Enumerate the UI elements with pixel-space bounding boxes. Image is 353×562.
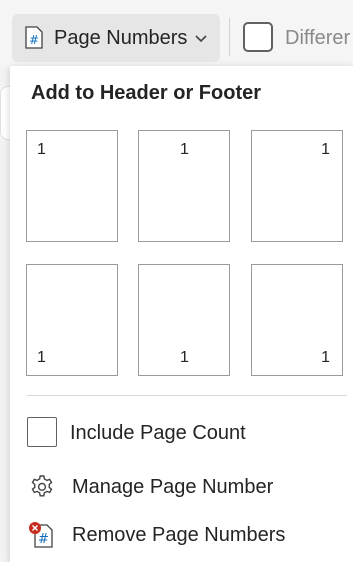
ribbon: # Page Numbers Differer: [0, 0, 353, 66]
menu-divider: [27, 395, 347, 396]
page-numbers-label: Page Numbers: [54, 26, 188, 49]
thumbnail-bottom-left[interactable]: 1: [26, 264, 118, 376]
menu-title: Add to Header or Footer: [31, 82, 262, 104]
remove-page-number-icon: #: [29, 522, 53, 548]
page-numbers-menu: Add to Header or Footer 1 1 1 1 1 1 Incl…: [10, 66, 353, 562]
svg-text:#: #: [29, 33, 39, 47]
different-label: Differer: [285, 27, 351, 49]
manage-page-number-item[interactable]: Manage Page Number: [10, 465, 353, 509]
thumbnail-number: 1: [180, 141, 189, 158]
thumbnail-top-center[interactable]: 1: [138, 130, 230, 242]
ribbon-divider: [229, 18, 230, 56]
gear-icon: [31, 475, 53, 497]
thumbnail-number: 1: [321, 141, 330, 158]
thumbnail-bottom-center[interactable]: 1: [138, 264, 230, 376]
thumbnail-number: 1: [37, 349, 46, 366]
thumbnail-top-left[interactable]: 1: [26, 130, 118, 242]
page-number-icon: #: [25, 26, 43, 49]
include-page-count-label[interactable]: Include Page Count: [70, 422, 246, 445]
thumbnail-bottom-right[interactable]: 1: [251, 264, 343, 376]
include-page-count-checkbox[interactable]: [27, 417, 57, 447]
thumbnail-number: 1: [37, 141, 46, 158]
different-checkbox[interactable]: [243, 22, 273, 52]
thumbnail-number: 1: [180, 349, 189, 366]
remove-page-numbers-label: Remove Page Numbers: [72, 523, 286, 546]
remove-page-numbers-item[interactable]: # Remove Page Numbers: [10, 513, 353, 557]
chevron-down-icon: [195, 35, 207, 43]
page-numbers-button[interactable]: # Page Numbers: [12, 14, 220, 62]
svg-text:#: #: [38, 532, 49, 547]
thumbnail-top-right[interactable]: 1: [251, 130, 343, 242]
thumbnail-number: 1: [321, 349, 330, 366]
manage-page-number-label: Manage Page Number: [72, 475, 274, 498]
